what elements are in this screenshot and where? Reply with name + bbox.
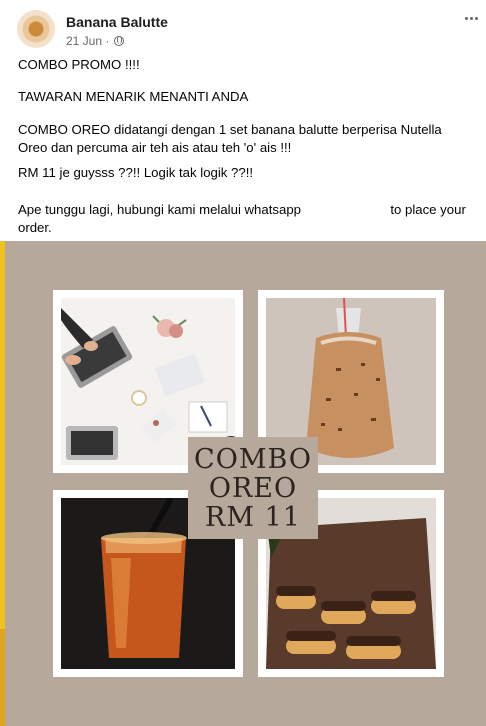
more-options-button[interactable]	[460, 10, 482, 26]
post-line-part: Ape tunggu lagi, hubungi kami melalui wh…	[18, 202, 301, 217]
post-header: Banana Balutte 21 Jun ·	[0, 0, 486, 58]
combo-overlay-label: COMBO OREO RM 11	[188, 437, 318, 539]
post-line-part: to place your	[390, 202, 466, 217]
post-line: COMBO PROMO !!!!	[18, 57, 140, 72]
post-line: RM 11 je guysss ??!! Logik tak logik ??!…	[18, 165, 254, 180]
post-line: order.	[18, 220, 52, 235]
overlay-line: OREO	[208, 472, 298, 504]
post-line: TAWARAN MENARIK MENANTI ANDA	[18, 89, 249, 104]
post-date-link[interactable]: 21 Jun ·	[66, 34, 109, 48]
post-photo[interactable]: COMBO OREO RM 11	[5, 241, 486, 726]
redacted-phone	[304, 203, 387, 218]
post-line: Oreo dan percuma air teh ais atau teh 'o…	[18, 140, 292, 155]
overlay-line: COMBO	[194, 443, 312, 475]
more-icon	[464, 16, 468, 20]
post-meta: 21 Jun ·	[66, 34, 125, 48]
page-avatar[interactable]	[17, 10, 55, 48]
post-line: Ape tunggu lagi, hubungi kami melalui wh…	[18, 201, 466, 219]
overlay-line: RM 11	[205, 501, 301, 533]
page-name-link[interactable]: Banana Balutte	[66, 14, 168, 30]
globe-icon	[114, 36, 125, 46]
post-line: COMBO OREO didatangi dengan 1 set banana…	[18, 122, 442, 137]
